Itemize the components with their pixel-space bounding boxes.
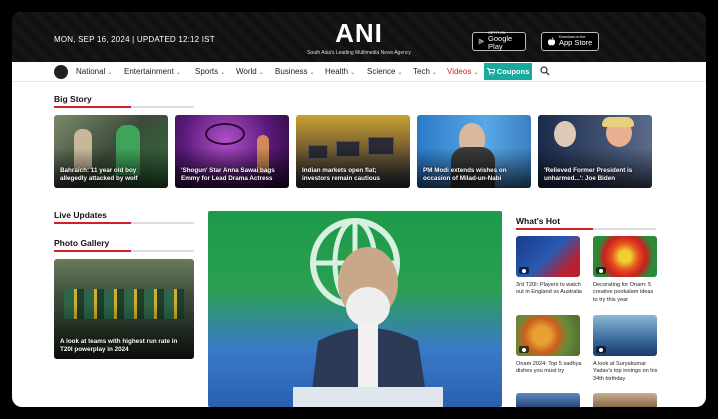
nav-sports-label: Sports — [195, 67, 219, 76]
big-story-caption: Bahraich: 11 year old boy allegedly atta… — [60, 167, 138, 183]
big-story-caption: Indian markets open flat; investors rema… — [302, 167, 381, 183]
nav-business-label: Business — [275, 67, 308, 76]
whats-hot-image[interactable] — [516, 236, 580, 277]
nav-videos-label: Videos — [447, 67, 472, 76]
google-play-icon — [478, 38, 485, 45]
nav-sports[interactable]: Sports ⌄ — [195, 67, 225, 76]
nav-business[interactable]: Business ⌄ — [275, 67, 315, 76]
chevron-down-icon: ⌄ — [175, 70, 181, 76]
whats-hot-image[interactable] — [593, 236, 657, 277]
camera-icon — [596, 267, 606, 274]
whats-hot-caption[interactable]: Onam 2024: Top 5 sadhya dishes you must … — [516, 361, 582, 376]
nav-world-label: World — [236, 67, 257, 76]
big-story-card[interactable]: Indian markets open flat; investors rema… — [296, 115, 410, 188]
chevron-down-icon: ⌄ — [473, 70, 479, 76]
app-store-label: App Store — [559, 38, 593, 48]
big-story-heading: Big Story — [54, 94, 92, 104]
photo-gallery-card[interactable]: A look at teams with highest run rate in… — [54, 259, 194, 359]
big-story-card[interactable]: Bahraich: 11 year old boy allegedly atta… — [54, 115, 168, 188]
big-story-underline — [54, 106, 194, 108]
main-nav: National ⌄ Entertainment ⌄ Sports ⌄ World ⌄ … — [12, 62, 706, 82]
chevron-down-icon: ⌄ — [350, 70, 356, 76]
chevron-down-icon: ⌄ — [220, 70, 226, 76]
whats-hot-heading: What's Hot — [516, 216, 561, 226]
photo-gallery-underline — [54, 250, 194, 252]
nav-science[interactable]: Science ⌄ — [367, 67, 403, 76]
coupons-button[interactable]: Coupons — [484, 63, 532, 80]
chevron-down-icon: ⌄ — [107, 70, 113, 76]
site-header: MON, SEP 16, 2024 | UPDATED 12:12 IST AN… — [12, 12, 706, 62]
camera-icon — [519, 346, 529, 353]
apple-icon — [547, 37, 556, 46]
nav-entertainment-label: Entertainment — [124, 67, 174, 76]
big-story-card[interactable]: 'Shogun' Star Anna Sawai bags Emmy for L… — [175, 115, 289, 188]
chevron-down-icon: ⌄ — [431, 70, 437, 76]
coupons-label: Coupons — [496, 67, 530, 76]
nav-health-label: Health — [325, 67, 349, 76]
big-story-card[interactable]: PM Modi extends wishes on occasion of Mi… — [417, 115, 531, 188]
big-story-card[interactable]: 'Relieved Former President is unharmed..… — [538, 115, 652, 188]
whats-hot-caption[interactable]: Decorating for Onam: 5 creative pookalam… — [593, 282, 659, 304]
whats-hot-image[interactable] — [593, 393, 657, 407]
whats-hot-underline — [516, 228, 656, 230]
featured-story-illustration — [293, 218, 443, 407]
nav-health[interactable]: Health ⌄ — [325, 67, 355, 76]
nav-national[interactable]: National ⌄ — [76, 67, 112, 76]
featured-story-image[interactable] — [208, 211, 502, 407]
search-icon[interactable] — [540, 66, 550, 76]
camera-icon — [519, 267, 529, 274]
app-store-button[interactable]: Download on the App Store — [541, 32, 599, 51]
nav-science-label: Science — [367, 67, 396, 76]
nav-tech[interactable]: Tech ⌄ — [413, 67, 437, 76]
live-updates-underline — [54, 222, 194, 224]
big-story-caption: PM Modi extends wishes on occasion of Mi… — [423, 167, 507, 183]
header-tagline: South Asia's Leading Multimedia News Age… — [307, 50, 411, 56]
whats-hot-caption[interactable]: 3rd T20I: Players to watch out in Englan… — [516, 282, 582, 297]
live-updates-heading[interactable]: Live Updates — [54, 210, 107, 220]
big-story-caption: 'Shogun' Star Anna Sawai bags Emmy for L… — [181, 167, 275, 183]
chevron-down-icon: ⌄ — [258, 70, 264, 76]
photo-gallery-heading[interactable]: Photo Gallery — [54, 238, 109, 248]
cart-icon — [486, 68, 495, 75]
nav-world[interactable]: World ⌄ — [236, 67, 264, 76]
google-play-label: Google Play — [488, 34, 513, 52]
whats-hot-image[interactable] — [516, 315, 580, 356]
chevron-down-icon: ⌄ — [397, 70, 403, 76]
browser-frame: MON, SEP 16, 2024 | UPDATED 12:12 IST AN… — [12, 12, 706, 407]
nav-entertainment[interactable]: Entertainment ⌄ — [124, 67, 181, 76]
whats-hot-caption[interactable]: A look at Suryakumar Yadav's top innings… — [593, 361, 659, 383]
google-play-button[interactable]: GET IT ON Google Play — [472, 31, 526, 52]
ani-logo[interactable]: ANI — [12, 18, 706, 49]
nav-videos[interactable]: Videos ⌄ — [447, 67, 478, 76]
whats-hot-image[interactable] — [593, 315, 657, 356]
photo-gallery-caption: A look at teams with highest run rate in… — [60, 338, 178, 354]
whats-hot-image[interactable] — [516, 393, 580, 407]
camera-icon — [596, 346, 606, 353]
nav-tech-label: Tech — [413, 67, 430, 76]
big-story-caption: 'Relieved Former President is unharmed..… — [544, 167, 633, 183]
ani-small-logo-icon[interactable] — [54, 65, 68, 79]
chevron-down-icon: ⌄ — [309, 70, 315, 76]
nav-national-label: National — [76, 67, 106, 76]
